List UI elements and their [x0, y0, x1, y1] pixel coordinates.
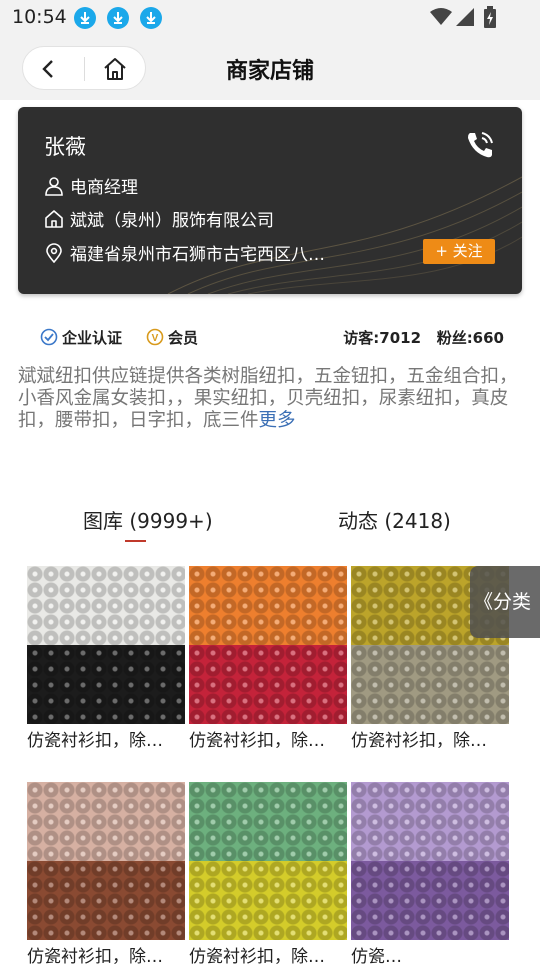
member-badge-label: 会员: [168, 329, 199, 347]
vip-icon: V: [146, 328, 164, 346]
product-caption[interactable]: 仿瓷衬衫扣，除…: [27, 942, 185, 967]
product-swatch-top: [351, 782, 509, 861]
category-button[interactable]: 《分类: [470, 566, 540, 638]
product-item[interactable]: 仿瓷衬衫扣，除…: [27, 566, 185, 751]
download-icon: [74, 7, 96, 29]
product-caption[interactable]: 仿瓷衬衫扣，除…: [189, 942, 347, 967]
address-row: 福建省泉州市石狮市古宅西区八…: [44, 240, 325, 265]
verified-check-icon: [40, 328, 58, 346]
product-image[interactable]: [189, 566, 347, 724]
address: 福建省泉州市石狮市古宅西区八…: [70, 245, 325, 265]
product-swatch-bottom: [189, 645, 347, 724]
tab-gallery[interactable]: 图库 (9999+): [83, 505, 213, 534]
status-time: 10:54: [12, 6, 67, 28]
product-image[interactable]: [27, 566, 185, 724]
contact-name: 张薇: [44, 135, 86, 159]
company-row: 斌斌（泉州）服饰有限公司: [44, 206, 274, 231]
product-swatch-top: [189, 782, 347, 861]
company-name: 斌斌（泉州）服饰有限公司: [70, 211, 274, 231]
product-item[interactable]: 仿瓷…: [351, 782, 509, 967]
enterprise-badge-label: 企业认证: [62, 329, 123, 347]
vip-icon-letter: V: [152, 333, 159, 344]
enterprise-badge: 企业认证: [40, 327, 122, 348]
product-swatch-top: [27, 782, 185, 861]
product-caption[interactable]: 仿瓷衬衫扣，除…: [27, 726, 185, 751]
product-swatch-bottom: [351, 645, 509, 724]
product-swatch-bottom: [351, 861, 509, 940]
product-image[interactable]: [189, 782, 347, 940]
download-icon: [107, 7, 129, 29]
visitor-count: 访客:7012: [343, 329, 422, 347]
certification-row: 企业认证 V 会员 访客:7012 粉丝:660: [40, 327, 504, 349]
product-swatch-bottom: [27, 861, 185, 940]
tab-updates[interactable]: 动态 (2418): [338, 505, 451, 534]
battery-icon: [484, 6, 496, 28]
product-swatch-top: [189, 566, 347, 645]
contact-position: 电商经理: [70, 178, 138, 198]
home-outline-icon: [45, 210, 63, 228]
product-image[interactable]: [27, 782, 185, 940]
follow-button[interactable]: + 关注: [423, 239, 495, 264]
product-swatch-bottom: [27, 645, 185, 724]
product-swatch-bottom: [189, 861, 347, 940]
shop-description: 斌斌纽扣供应链提供各类树脂纽扣，五金钮扣，五金组合扣，小香风金属女装扣，，果实纽…: [18, 366, 526, 432]
contact-position-row: 电商经理: [44, 173, 138, 198]
product-caption[interactable]: 仿瓷衬衫扣，除…: [351, 726, 509, 751]
product-item[interactable]: 仿瓷衬衫扣，除…: [27, 782, 185, 967]
product-caption[interactable]: 仿瓷…: [351, 942, 509, 967]
download-icon: [140, 7, 162, 29]
card-background-wave: [167, 176, 522, 294]
fan-count: 粉丝:660: [436, 329, 504, 347]
person-icon: [45, 177, 63, 196]
stats: 访客:7012 粉丝:660: [343, 327, 504, 348]
signal-icon: [456, 8, 474, 26]
header: 商家店铺: [0, 36, 540, 100]
product-image[interactable]: [351, 782, 509, 940]
product-item[interactable]: 仿瓷衬衫扣，除…: [189, 782, 347, 967]
more-link[interactable]: 更多: [259, 410, 296, 431]
wifi-icon: [430, 8, 452, 25]
page-title: 商家店铺: [225, 59, 314, 84]
member-badge: V 会员: [146, 327, 198, 348]
active-tab-indicator: [125, 540, 146, 542]
status-bar: 10:54: [0, 0, 540, 36]
product-item[interactable]: 仿瓷衬衫扣，除…: [189, 566, 347, 751]
product-swatch-top: [27, 566, 185, 645]
merchant-card: 张薇 电商经理 斌斌（泉州）服饰有限公司 福建省泉州市石狮市古宅西区八… + 关…: [18, 107, 522, 294]
location-pin-icon: [46, 243, 62, 263]
phone-icon[interactable]: [464, 129, 496, 161]
product-caption[interactable]: 仿瓷衬衫扣，除…: [189, 726, 347, 751]
